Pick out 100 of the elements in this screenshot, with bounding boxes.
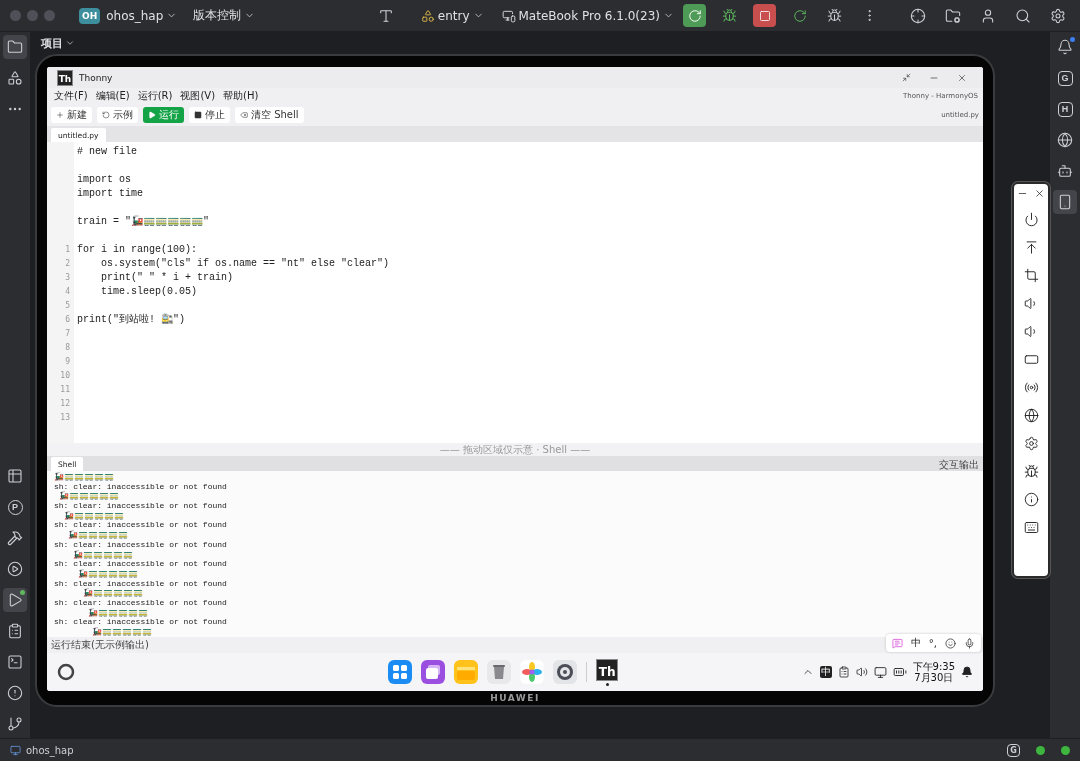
stop-button[interactable] [753, 4, 776, 27]
table-icon [7, 468, 23, 484]
project-name[interactable]: ohos_hap [26, 744, 74, 756]
play-circle-icon [7, 561, 23, 577]
shell-line: sh: clear: inaccessible or not found [54, 501, 227, 511]
menu-item[interactable]: 编辑(E) [93, 88, 132, 103]
shell-line: sh: clear: inaccessible or not found [54, 617, 227, 627]
settings-button[interactable] [1023, 436, 1039, 451]
code-line: print("到站啦! 🚉") [77, 314, 185, 325]
keyboard-button[interactable] [1023, 520, 1039, 535]
plus-icon [56, 110, 64, 119]
bug-button[interactable] [1023, 464, 1039, 479]
g-status-icon[interactable]: G [1007, 743, 1020, 757]
input-indicator[interactable]: 中 [819, 666, 832, 678]
devices-icon [501, 8, 516, 23]
line-number: 5 [65, 301, 70, 310]
new-button[interactable]: 新建 [51, 106, 92, 123]
globe-icon [1023, 408, 1039, 423]
keyboard-icon [1023, 520, 1039, 535]
code-line: for i in range(100): [77, 244, 198, 255]
shell-line: sh: clear: inaccessible or not found [54, 578, 227, 588]
line-number: 2 [65, 259, 70, 268]
flower-icon[interactable] [520, 660, 545, 684]
clear-button[interactable]: 清空 Shell [235, 106, 304, 123]
shapes-icon [420, 8, 435, 23]
stop-icon [758, 9, 771, 22]
line-number: 3 [65, 273, 70, 282]
project-selector[interactable]: ohos_hap [106, 8, 178, 23]
device-selector[interactable]: MateBook Pro 6.1.0(23) [501, 8, 674, 23]
info-button[interactable] [1023, 492, 1039, 507]
rotate-icon [102, 110, 110, 119]
line-number: 11 [60, 385, 70, 394]
code-line: time.sleep(0.05) [100, 286, 198, 297]
shell-line: sh: clear: inaccessible or not found [54, 539, 227, 549]
line-number: 1 [65, 245, 70, 254]
shell-line: 🚂🚃🚃🚃🚃🚃 [54, 472, 114, 481]
shell-line: sh: clear: inaccessible or not found [54, 520, 227, 530]
status-dot [1061, 745, 1070, 755]
project-badge: OH [79, 7, 101, 24]
run-config-selector[interactable]: entry [420, 8, 484, 23]
window-stack-icon[interactable] [421, 660, 446, 684]
label-button[interactable] [1023, 352, 1039, 367]
shapes-icon [7, 70, 23, 86]
status-text: 运行结束(无示例输出) [51, 638, 149, 652]
crop-icon [1023, 268, 1039, 283]
stop-button[interactable]: 停止 [189, 106, 230, 123]
shell-line: 🚂🚃🚃🚃🚃🚃 [86, 607, 148, 617]
shell-line: 🚂🚃🚃🚃🚃🚃 [81, 588, 143, 598]
crop-button[interactable] [1023, 268, 1039, 283]
device-tool-button[interactable] [1053, 190, 1077, 214]
shell-line: 🚂🚃🚃🚃🚃🚃 [91, 627, 153, 636]
settings-icon [1049, 7, 1066, 24]
code-line: train = "🚂🚃🚃🚃🚃🚃" [77, 216, 209, 227]
bug-icon [1023, 464, 1039, 479]
run-button[interactable] [683, 4, 706, 27]
app-grid-icon[interactable] [388, 660, 413, 684]
splitter-label: —— 拖动区域仅示意 · Shell —— [439, 443, 591, 456]
app-icon[interactable]: Th [596, 658, 619, 681]
crosshair-icon [909, 7, 926, 24]
emoji-icon [945, 637, 956, 649]
play-icon [148, 110, 156, 119]
power-button[interactable] [1023, 212, 1039, 227]
line-number: 13 [60, 413, 70, 422]
line-number: 7 [65, 329, 70, 338]
refresh-icon [792, 8, 807, 23]
shell-line: 🚂🚃🚃🚃🚃🚃 [62, 510, 124, 520]
robot-icon [1057, 163, 1073, 179]
globe-button[interactable] [1023, 408, 1039, 423]
broadcast-icon [1023, 380, 1039, 395]
close-button[interactable] [1034, 188, 1045, 199]
shell-line: sh: clear: inaccessible or not found [54, 597, 227, 607]
project-panel-title[interactable]: 项目 [30, 32, 1050, 54]
search-icon [1014, 7, 1031, 24]
window-title: Thonny [79, 72, 113, 83]
alert-icon [7, 685, 23, 701]
menu-item[interactable]: 文件(F) [52, 88, 90, 103]
volume-icon [855, 666, 868, 678]
clock[interactable]: 下午9:35 7月30日 [912, 661, 955, 683]
language-toggle[interactable]: 中 [910, 636, 921, 650]
vcs-menu[interactable]: 版本控制 [193, 7, 256, 24]
punctuation-toggle[interactable]: °, [928, 637, 937, 649]
examples-button[interactable]: 示例 [97, 106, 138, 123]
shell-line: 🚂🚃🚃🚃🚃🚃 [57, 491, 119, 501]
rectangle-icon [1023, 352, 1039, 367]
bell-icon [1057, 39, 1073, 55]
broadcast-button[interactable] [1023, 380, 1039, 395]
line-number: 10 [60, 371, 70, 380]
menu-item[interactable]: 视图(V) [178, 88, 218, 103]
trash-icon[interactable] [487, 660, 512, 684]
menu-item[interactable]: 运行(R) [135, 88, 175, 103]
git-branch-icon [7, 716, 23, 732]
settings-app-icon[interactable] [553, 660, 578, 684]
menu-item[interactable]: 帮助(H) [221, 88, 261, 103]
status-dot [1036, 745, 1045, 755]
bell-icon [961, 666, 973, 678]
run-tool-button[interactable] [3, 588, 27, 612]
home-circle-icon[interactable] [57, 663, 75, 681]
app-icon: Th [57, 69, 73, 86]
shrink-icon [901, 73, 911, 82]
project-tool-button[interactable] [3, 35, 27, 59]
